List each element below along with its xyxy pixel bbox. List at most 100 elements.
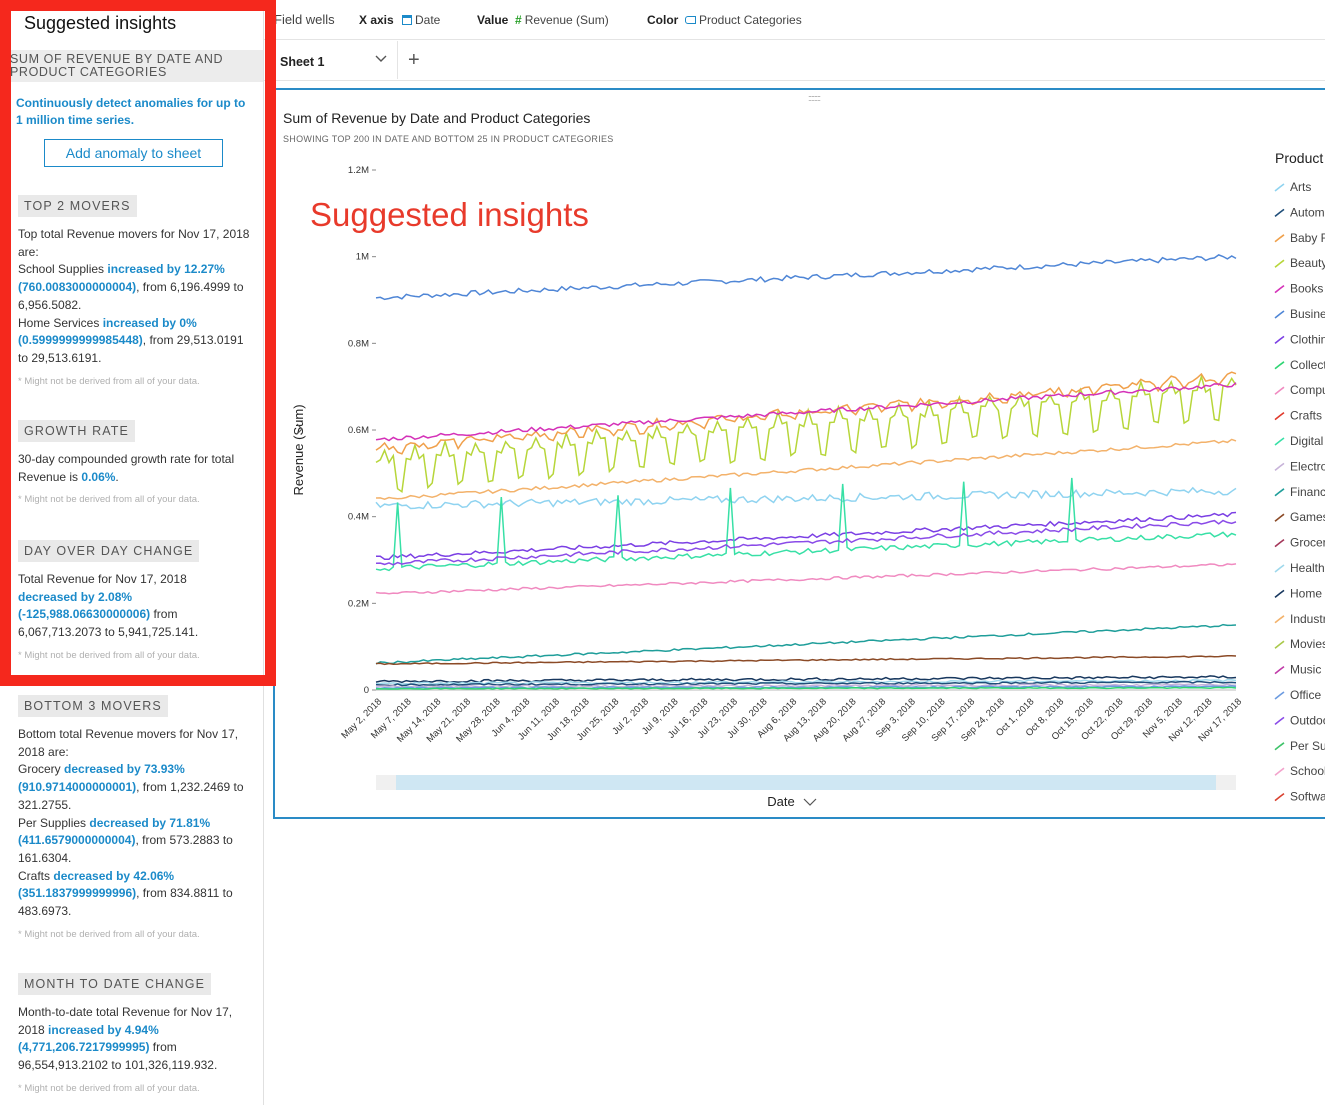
insight-intro: Top total Revenue movers for Nov 17, 201… — [18, 227, 250, 259]
series-line-busine — [375, 254, 1237, 301]
legend-item: Health — [1290, 561, 1325, 575]
legend-item: Crafts — [1290, 409, 1322, 423]
value-well[interactable]: # Revenue (Sum) — [515, 13, 609, 27]
series-line-beauty — [375, 373, 1237, 494]
chevron-down-icon[interactable] — [374, 54, 388, 67]
suggested-insights-overlay: Suggested insights — [310, 196, 589, 233]
insight-note: * Might not be derived from all of your … — [18, 375, 200, 387]
legend-swatch — [1274, 589, 1285, 599]
legend-swatch — [1274, 183, 1285, 192]
legend-item: Office — [1290, 688, 1321, 702]
series-line-financ — [375, 623, 1237, 665]
legend-item: Softwa — [1290, 790, 1325, 804]
mover-name: School Supplies — [18, 262, 105, 277]
legend-item: Autom — [1290, 205, 1325, 219]
legend-swatch — [1274, 564, 1285, 573]
value-label: Value — [477, 13, 509, 27]
legend-swatch — [1274, 691, 1285, 700]
growth-suffix: . — [115, 469, 119, 484]
color-label: Color — [647, 13, 679, 27]
legend-item: Digital — [1290, 434, 1323, 448]
color-field: Product Categories — [699, 13, 802, 27]
visual-card[interactable]: :::::::: Sum of Revenue by Date and Prod… — [273, 88, 1325, 819]
color-well[interactable]: Product Categories — [685, 13, 802, 27]
x-axis-title: Date — [767, 794, 794, 809]
dod-text: Total Revenue for Nov 17, 2018 — [18, 572, 187, 586]
y-tick-label: 1M — [356, 252, 369, 263]
anomaly-promo-text: Continuously detect anomalies for up to … — [16, 96, 246, 127]
field-wells-bar: Field wells X axis Date Value # Revenue (… — [264, 0, 1325, 40]
sheet-tabs: Sheet 1 + — [264, 41, 1325, 81]
y-tick-label: 0.4M — [348, 512, 369, 523]
legend-swatch — [1274, 411, 1285, 421]
insight-day-over-day: DAY OVER DAY CHANGE Total Revenue for No… — [18, 540, 254, 661]
legend-item: Busine — [1290, 307, 1325, 321]
tab-sheet-1[interactable]: Sheet 1 — [264, 41, 398, 79]
y-tick-label: 0 — [364, 685, 369, 696]
mover-name: Home Services — [18, 315, 100, 330]
legend-swatch — [1274, 208, 1285, 218]
insight-body: Bottom total Revenue movers for Nov 17, … — [18, 726, 254, 921]
x-axis-label: X axis — [359, 13, 394, 27]
legend-swatch — [1274, 361, 1285, 370]
y-axis-title: Revenue (Sum) — [291, 404, 306, 495]
legend-swatch — [1274, 284, 1285, 294]
section-tag: TOP 2 MOVERS — [18, 195, 137, 217]
legend-item: Electro — [1290, 459, 1325, 473]
growth-value: 0.06% — [81, 469, 116, 484]
y-tick-label: 0.6M — [348, 425, 369, 436]
legend-item: Beauty — [1290, 256, 1325, 270]
legend-swatch — [1274, 335, 1285, 345]
legend-swatch — [1274, 513, 1285, 522]
insight-note: * Might not be derived from all of your … — [18, 494, 200, 506]
legend-swatch — [1274, 665, 1285, 675]
legend-item: Compu — [1290, 383, 1325, 397]
insight-body: Month-to-date total Revenue for Nov 17, … — [18, 1004, 254, 1075]
mover-name: Grocery — [18, 762, 61, 777]
series-line-compu — [375, 563, 1237, 595]
insight-body: Total Revenue for Nov 17, 2018 decreased… — [18, 571, 254, 642]
legend-swatch — [1274, 259, 1285, 268]
legend-item: Collect — [1290, 358, 1325, 372]
legend-swatch — [1274, 615, 1285, 624]
y-tick-label: 0.8M — [348, 338, 369, 349]
legend-swatch — [1274, 386, 1285, 395]
section-tag: GROWTH RATE — [18, 420, 135, 442]
tab-label: Sheet 1 — [280, 55, 325, 69]
legend-item: Baby F — [1290, 231, 1325, 245]
legend-item: Music — [1290, 663, 1321, 677]
legend-swatch — [1274, 234, 1285, 243]
legend-item: Games — [1290, 510, 1325, 524]
section-tag: DAY OVER DAY CHANGE — [18, 540, 200, 562]
legend-swatch — [1274, 792, 1285, 802]
legend-swatch — [1274, 462, 1285, 472]
chevron-down-icon — [803, 798, 817, 806]
legend-item: Outdoo — [1290, 713, 1325, 727]
legend-title: Product — [1275, 150, 1324, 166]
add-anomaly-button[interactable]: Add anomaly to sheet — [44, 139, 223, 167]
x-axis-value: Date — [415, 13, 441, 27]
mover-name: Crafts — [18, 868, 51, 883]
mover-name: Per Supplies — [18, 815, 87, 830]
measure-icon: # — [515, 13, 522, 27]
insight-note: * Might not be derived from all of your … — [18, 649, 200, 661]
x-axis-well[interactable]: Date — [402, 13, 440, 27]
legend-swatch — [1274, 437, 1285, 446]
legend-swatch — [1274, 716, 1285, 726]
insight-month-to-date: MONTH TO DATE CHANGE Month-to-date total… — [18, 973, 254, 1094]
insight-note: * Might not be derived from all of your … — [18, 1082, 200, 1094]
add-sheet-button[interactable]: + — [408, 49, 420, 72]
legend-swatch — [1274, 310, 1285, 319]
section-tag: BOTTOM 3 MOVERS — [18, 695, 168, 717]
field-wells-title[interactable]: Field wells — [274, 12, 335, 27]
legend-item: School — [1290, 764, 1325, 778]
legend-swatch — [1274, 538, 1285, 548]
y-tick-label: 0.2M — [348, 598, 369, 609]
legend-item: Per Su — [1290, 739, 1325, 753]
legend-item: Industr — [1290, 612, 1325, 626]
panel-title: Suggested insights — [24, 13, 177, 33]
legend-item: Financ — [1290, 485, 1325, 499]
legend-swatch — [1274, 488, 1285, 497]
insight-intro: Bottom total Revenue movers for Nov 17, … — [18, 727, 239, 759]
dod-change: decreased by 2.08% (-125,988.06630000006… — [18, 589, 151, 622]
